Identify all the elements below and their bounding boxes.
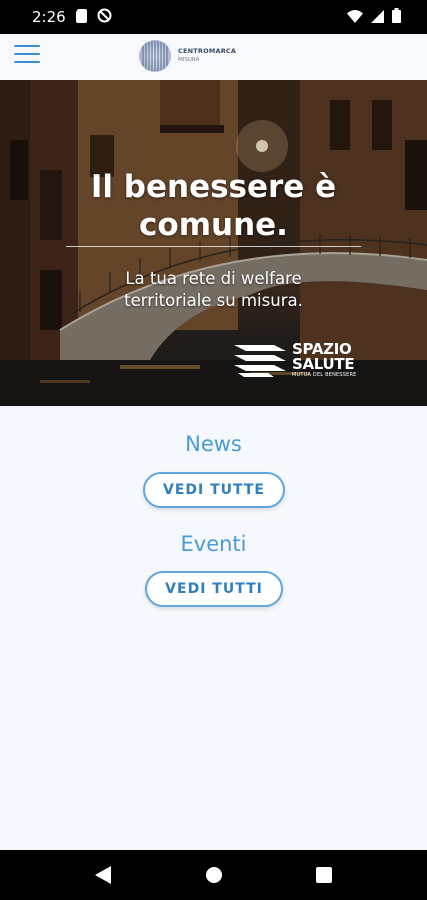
logo-text-primary: CENTROMARCA	[178, 47, 237, 55]
recents-button[interactable]	[294, 850, 354, 900]
menu-line	[14, 45, 40, 47]
wifi-icon	[347, 8, 363, 27]
back-icon	[95, 866, 111, 884]
content-area: News VEDI TUTTE Eventi VEDI TUTTI	[0, 406, 427, 850]
do-not-disturb-icon	[97, 8, 112, 27]
hero-banner: Il benessere è comune. La tua rete di we…	[0, 80, 427, 406]
spazio-salute-mark-icon	[234, 344, 286, 377]
system-navigation-bar	[0, 850, 427, 900]
hero-title: Il benessere è comune.	[0, 168, 427, 244]
logo-mark-icon	[139, 40, 171, 72]
hero-subtitle-line-1: La tua rete di welfare	[125, 269, 302, 288]
status-time: 2:26	[32, 8, 66, 26]
logo-text-secondary: MISURA	[178, 57, 200, 63]
hero-divider	[66, 246, 361, 247]
events-section-title: Eventi	[180, 532, 247, 556]
back-button[interactable]	[73, 850, 133, 900]
app-bar: CENTROMARCA MISURA	[0, 34, 427, 81]
home-button[interactable]	[184, 850, 244, 900]
sim-card-icon	[75, 8, 87, 27]
menu-line	[14, 61, 40, 63]
signal-icon	[371, 8, 384, 27]
news-section-title: News	[185, 432, 242, 456]
menu-line	[14, 53, 40, 55]
home-icon	[206, 867, 222, 883]
brand-tagline: MUTUA DEL BENESSERE	[292, 372, 357, 378]
app-logo[interactable]: CENTROMARCA MISURA	[138, 38, 248, 74]
hero-subtitle: La tua rete di welfare territoriale su m…	[0, 268, 427, 312]
recents-icon	[316, 867, 332, 883]
news-view-all-button[interactable]: VEDI TUTTE	[143, 472, 285, 508]
brand-name-line-2: SALUTE	[292, 355, 355, 373]
battery-icon	[392, 7, 401, 27]
hero-title-line-1: Il benessere è	[90, 169, 337, 205]
spazio-salute-logo: SPAZIO SALUTE MUTUA DEL BENESSERE	[234, 342, 357, 379]
hero-subtitle-line-2: territoriale su misura.	[124, 291, 303, 310]
events-view-all-button[interactable]: VEDI TUTTI	[145, 571, 283, 607]
status-bar: 2:26	[0, 0, 427, 34]
hamburger-menu-button[interactable]	[14, 45, 40, 67]
hero-title-line-2: comune.	[139, 207, 288, 243]
